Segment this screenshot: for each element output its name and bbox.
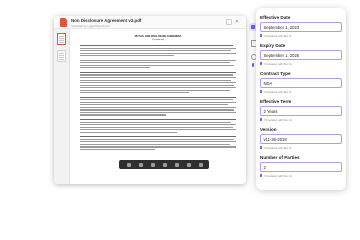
ai-populated-hint: Populated with Box AI: [260, 174, 292, 178]
field-value: NDA: [263, 81, 273, 87]
more-icon[interactable]: [199, 162, 203, 167]
metadata-panel: Effective Date September 1, 2023 Populat…: [256, 8, 346, 190]
contract-type-input[interactable]: NDA: [260, 78, 342, 88]
field-label: Number of Parties: [260, 155, 300, 160]
previous-page-icon[interactable]: [151, 162, 155, 167]
document-subheading: (Confidential): [151, 39, 165, 41]
viewer-titlebar: Non Disclosure Agreement v3.pdf Uploaded…: [54, 16, 246, 29]
fullscreen-icon[interactable]: [187, 162, 191, 167]
document-viewer: Non Disclosure Agreement v3.pdf Uploaded…: [54, 16, 246, 184]
version-input[interactable]: v11-26-2018: [260, 134, 342, 144]
window-menu-icon[interactable]: [226, 19, 232, 25]
field-value: September 1, 2023: [263, 25, 300, 31]
page-thumbnail[interactable]: [57, 33, 66, 45]
document-subtitle: Uploaded by Legal Department: [71, 23, 110, 28]
field-label: Expiry Date: [260, 43, 286, 48]
effective-term-input[interactable]: 2 Years: [260, 106, 342, 116]
field-label: Effective Date: [260, 15, 291, 20]
page-thumbnails: [54, 29, 70, 184]
field-value: September 1, 2025: [263, 53, 300, 59]
next-page-icon[interactable]: [163, 162, 167, 167]
number-of-parties-input[interactable]: 2: [260, 162, 342, 172]
ai-populated-hint: Populated with Box AI: [260, 146, 292, 150]
document-paragraph: [80, 59, 236, 69]
close-icon[interactable]: ✕: [234, 19, 240, 25]
document-paragraph: [80, 71, 236, 94]
document-paragraph: [80, 136, 236, 151]
field-value: 2: [263, 165, 266, 171]
field-value: v11-26-2018: [263, 137, 287, 143]
ai-populated-hint: Populated with Box AI: [260, 90, 292, 94]
zoom-out-icon[interactable]: [127, 162, 131, 167]
field-label: Contract Type: [260, 71, 291, 76]
pdf-file-icon: [60, 18, 67, 27]
document-paragraph: [80, 45, 236, 57]
fit-page-icon[interactable]: [175, 162, 179, 167]
page-thumbnail[interactable]: [57, 50, 66, 62]
field-label: Version: [260, 127, 277, 132]
document-paragraph: [80, 96, 236, 116]
page-controls-bar: [119, 160, 209, 169]
document-title: Non Disclosure Agreement v3.pdf: [71, 18, 142, 23]
ai-populated-hint: Populated with Box AI: [260, 34, 292, 38]
document-paragraph: [80, 119, 236, 133]
field-label: Effective Term: [260, 99, 292, 104]
zoom-in-icon[interactable]: [139, 162, 143, 167]
field-value: 2 Years: [263, 109, 278, 115]
ai-populated-hint: Populated with Box AI: [260, 62, 292, 66]
app-window: Non Disclosure Agreement v3.pdf Uploaded…: [0, 0, 360, 201]
effective-date-input[interactable]: September 1, 2023: [260, 22, 342, 32]
ai-populated-hint: Populated with Box AI: [260, 118, 292, 122]
expiry-date-input[interactable]: September 1, 2025: [260, 50, 342, 60]
